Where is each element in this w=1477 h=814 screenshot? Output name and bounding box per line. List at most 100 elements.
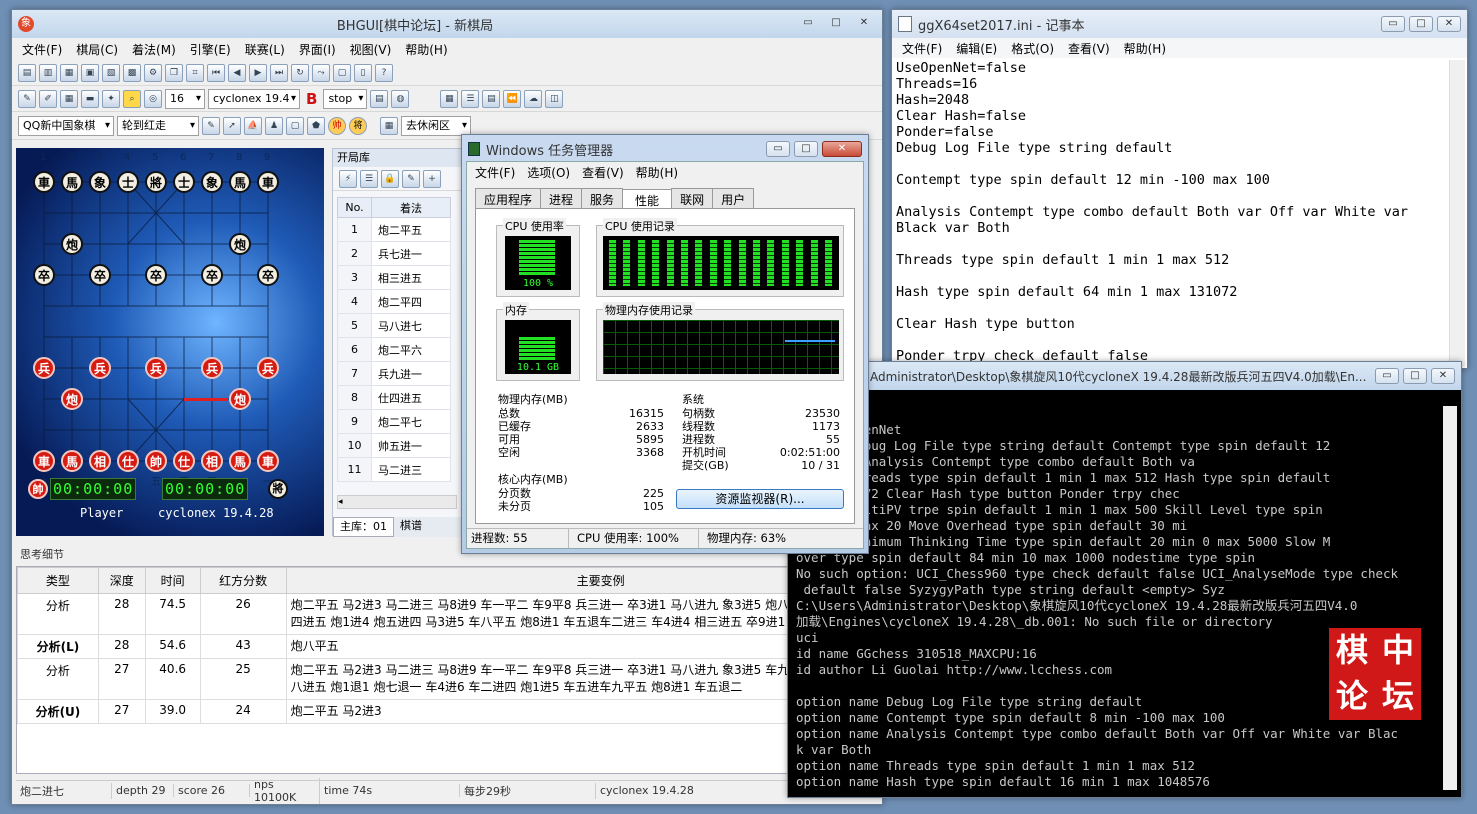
opening-row[interactable]: 6 炮二平六 <box>337 337 451 362</box>
add-icon[interactable]: + <box>423 169 441 188</box>
red-piece[interactable]: 兵 <box>33 357 55 379</box>
close-button[interactable]: ✕ <box>852 16 876 32</box>
black-piece[interactable]: 將 <box>145 171 167 193</box>
red-piece[interactable]: 兵 <box>201 357 223 379</box>
menu-interface[interactable]: 界面(I) <box>299 41 336 58</box>
tab-variation[interactable]: 棋谱 <box>394 517 428 537</box>
boat-icon[interactable]: ⛵ <box>244 116 262 135</box>
red-piece[interactable]: 相 <box>201 450 223 472</box>
target-icon[interactable]: ◎ <box>144 89 162 108</box>
tab-processes[interactable]: 进程 <box>540 188 583 210</box>
back-icon[interactable]: ◀ <box>228 63 246 82</box>
thinking-row[interactable]: 分析 27 40.6 25 炮二平五 马2进3 马二进三 马8进9 车一平二 车9平8 … <box>17 658 881 700</box>
list-icon[interactable]: ☰ <box>461 89 480 108</box>
col-type[interactable]: 类型 <box>17 567 99 594</box>
board-icon[interactable]: ▣ <box>81 63 99 82</box>
taskmgr-menu-help[interactable]: 帮助(H) <box>636 164 678 181</box>
taskmgr-menu-options[interactable]: 选项(O) <box>527 164 570 181</box>
opening-row[interactable]: 4 炮二平四 <box>337 289 451 314</box>
black-piece[interactable]: 車 <box>33 171 55 193</box>
red-piece[interactable]: 相 <box>89 450 111 472</box>
bulb-icon[interactable]: ✦ <box>102 89 120 108</box>
copy-icon[interactable]: ❐ <box>165 63 183 82</box>
menu-league[interactable]: 联赛(L) <box>245 41 285 58</box>
pen-icon[interactable]: ✎ <box>202 116 220 135</box>
board-style-select[interactable]: QQ新中国象棋 <box>18 115 114 136</box>
new-icon[interactable]: ▤ <box>18 63 36 82</box>
menu-move[interactable]: 着法(M) <box>132 41 176 58</box>
red-piece[interactable]: 兵 <box>145 357 167 379</box>
tab-services[interactable]: 服务 <box>581 188 624 210</box>
first-move-icon[interactable]: ⏮ <box>207 63 225 82</box>
col-score[interactable]: 红方分数 <box>199 567 287 594</box>
lock-icon[interactable]: 🔒 <box>381 169 399 188</box>
opening-row[interactable]: 5 马八进七 <box>337 313 451 338</box>
layout-icon[interactable]: ▦ <box>60 89 78 108</box>
tab-users[interactable]: 用户 <box>712 188 755 210</box>
opening-row[interactable]: 9 炮二平七 <box>337 409 451 434</box>
opening-row[interactable]: 10 帅五进一 <box>337 433 451 458</box>
black-piece-icon[interactable]: 将 <box>349 116 367 135</box>
bhgui-titlebar[interactable]: 象 BHGUI[棋中论坛] - 新棋局 ▭ □ ✕ <box>12 10 882 38</box>
col-no[interactable]: No. <box>337 197 372 218</box>
black-piece[interactable]: 象 <box>89 171 111 193</box>
cloud-icon[interactable]: ☁ <box>524 89 543 108</box>
panel-icon[interactable]: ▯ <box>354 63 372 82</box>
black-piece[interactable]: 士 <box>117 171 139 193</box>
branch-icon[interactable]: ⤳ <box>312 63 330 82</box>
black-piece[interactable]: 馬 <box>61 171 83 193</box>
opening-row[interactable]: 7 兵九进一 <box>337 361 451 386</box>
notepad-menu-view[interactable]: 查看(V) <box>1068 40 1110 57</box>
black-piece[interactable]: 象 <box>201 171 223 193</box>
menu-file[interactable]: 文件(F) <box>22 41 62 58</box>
notepad-menu-format[interactable]: 格式(O) <box>1011 40 1054 57</box>
taskmgr-menu-view[interactable]: 查看(V) <box>582 164 624 181</box>
globe-icon[interactable]: ◍ <box>391 89 410 108</box>
menu-view[interactable]: 视图(V) <box>350 41 392 58</box>
forward-icon[interactable]: ▶ <box>249 63 267 82</box>
link-icon[interactable]: ⚙ <box>144 63 162 82</box>
engine-select[interactable]: cyclonex 19.4 <box>208 88 300 109</box>
red-piece[interactable]: 馬 <box>61 450 83 472</box>
black-piece[interactable]: 炮 <box>61 233 83 255</box>
console-vscroll[interactable] <box>1443 406 1457 790</box>
notepad-menu-help[interactable]: 帮助(H) <box>1124 40 1166 57</box>
help-icon[interactable]: ? <box>375 63 393 82</box>
resource-monitor-button[interactable]: 资源监视器(R)... <box>676 489 844 509</box>
notepad-menu-file[interactable]: 文件(F) <box>902 40 942 57</box>
red-piece[interactable]: 兵 <box>89 357 111 379</box>
red-piece[interactable]: 仕 <box>173 450 195 472</box>
console-titlebar[interactable]: Administrator\Desktop\象棋旋风10代cycloneX 19… <box>788 362 1461 390</box>
console-output[interactable]: endon: UseOpenNetption: Debug Log File t… <box>796 406 1446 790</box>
cursor-icon[interactable]: ➚ <box>223 116 241 135</box>
depth-select[interactable]: 16 <box>165 88 205 109</box>
notepad-close-button[interactable]: ✕ <box>1437 16 1461 32</box>
doc-icon[interactable]: ▤ <box>482 89 501 108</box>
black-piece[interactable]: 車 <box>257 171 279 193</box>
notepad-minimize-button[interactable]: ▭ <box>1381 16 1405 32</box>
notepad-maximize-button[interactable]: □ <box>1409 16 1433 32</box>
tab-main-library[interactable]: 主库：01 <box>333 517 394 537</box>
opening-hscroll[interactable]: ◂ <box>337 495 457 509</box>
crop-icon[interactable]: ⌗ <box>186 63 204 82</box>
console-minimize-button[interactable]: ▭ <box>1375 368 1399 384</box>
taskmgr-close-button[interactable]: ✕ <box>822 141 862 157</box>
console-maximize-button[interactable]: □ <box>1403 368 1427 384</box>
book-icon[interactable]: ▤ <box>370 89 389 108</box>
opening-row[interactable]: 2 兵七进一 <box>337 241 451 266</box>
console-close-button[interactable]: ✕ <box>1431 368 1455 384</box>
notepad-menu-edit[interactable]: 编辑(E) <box>956 40 997 57</box>
black-piece[interactable]: 士 <box>173 171 195 193</box>
col-time[interactable]: 时间 <box>144 567 201 594</box>
image-icon[interactable]: ▧ <box>102 63 120 82</box>
table-icon[interactable]: ▦ <box>440 89 459 108</box>
search-icon[interactable]: ⌕ <box>123 89 141 108</box>
flash-icon[interactable]: ⚡ <box>339 169 357 188</box>
col-move[interactable]: 着法 <box>371 197 451 218</box>
menu-engine[interactable]: 引擎(E) <box>190 41 231 58</box>
tab-applications[interactable]: 应用程序 <box>475 188 542 210</box>
red-piece[interactable]: 車 <box>257 450 279 472</box>
black-piece[interactable]: 卒 <box>33 264 55 286</box>
rotate-icon[interactable]: ↻ <box>291 63 309 82</box>
black-piece[interactable]: 馬 <box>229 171 251 193</box>
